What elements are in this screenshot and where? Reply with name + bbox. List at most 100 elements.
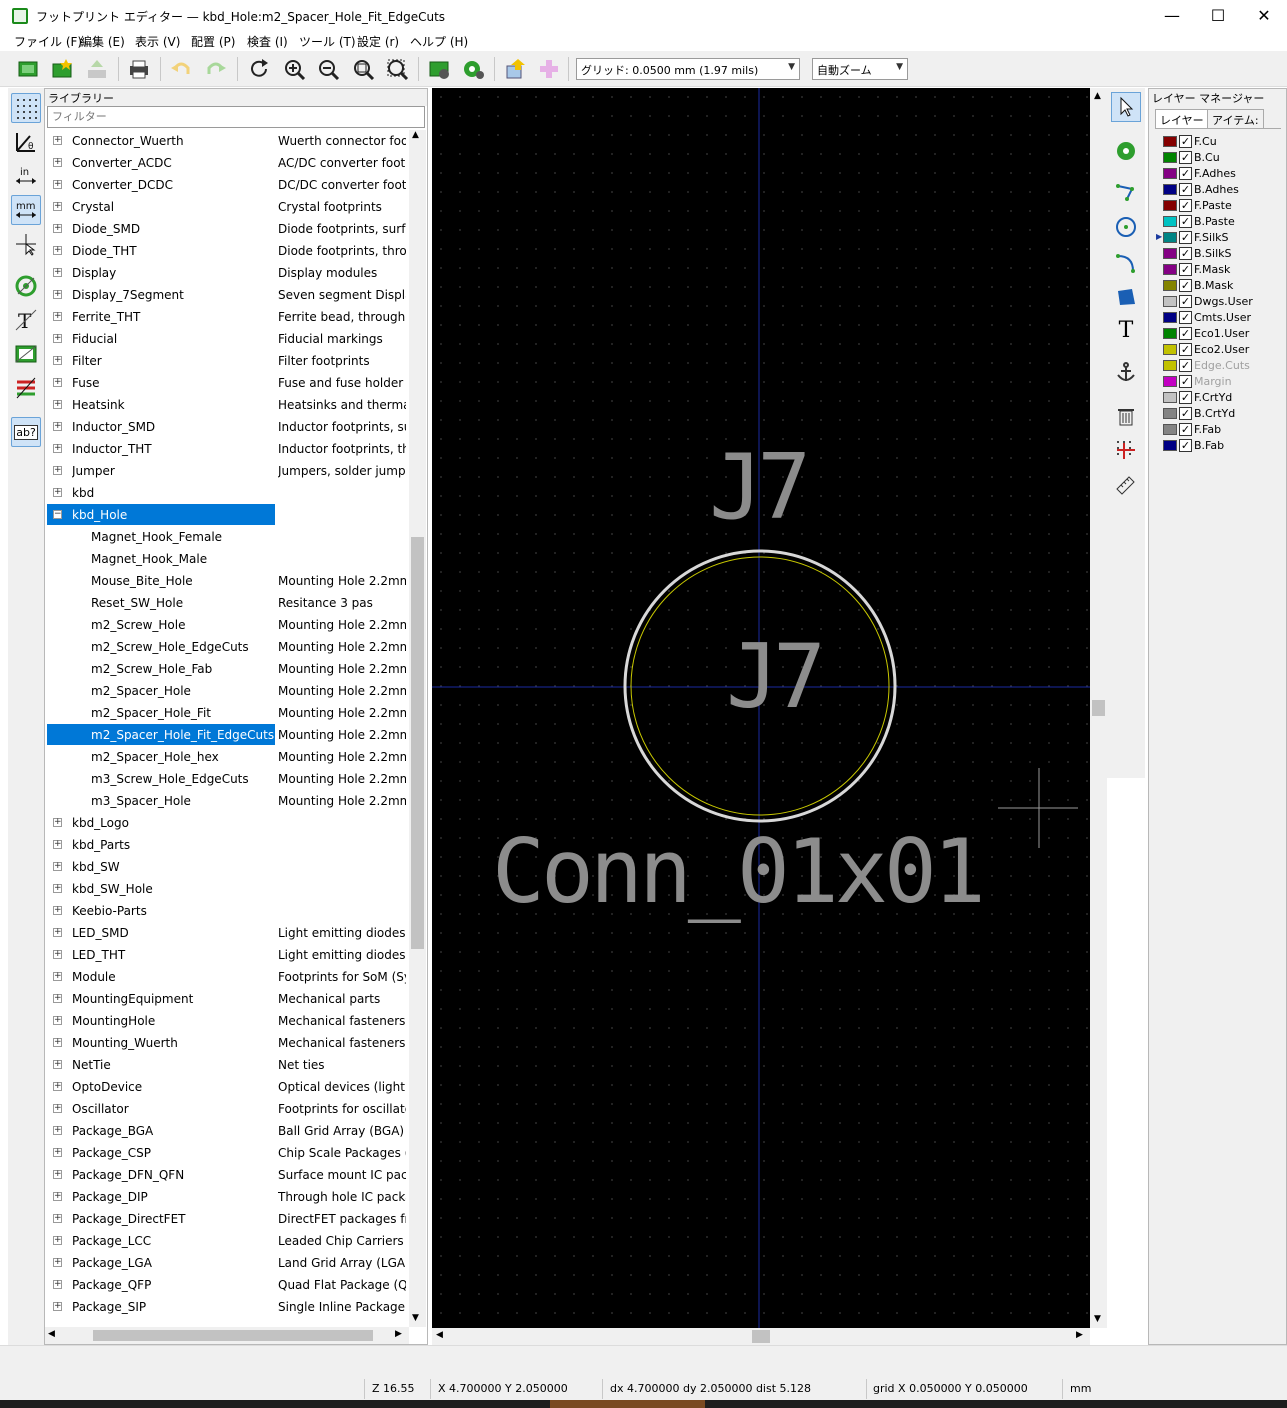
layer-row[interactable]: ✓ Cmts.User	[1162, 310, 1282, 326]
tab-items[interactable]: アイテム:	[1207, 109, 1264, 128]
scroll-down-icon[interactable]: ▼	[412, 1313, 419, 1323]
scroll-right-icon[interactable]: ▶	[1076, 1330, 1083, 1340]
add-pad-icon[interactable]	[1111, 136, 1141, 166]
grid-toggle-icon[interactable]	[11, 93, 41, 123]
layer-visibility-checkbox[interactable]: ✓	[1179, 375, 1192, 388]
expand-icon[interactable]: +	[53, 422, 62, 431]
close-button[interactable]: ✕	[1241, 0, 1287, 31]
layer-color-swatch[interactable]	[1163, 136, 1177, 147]
anchor-icon[interactable]	[1111, 357, 1141, 387]
library-row[interactable]: + Connector_Wuerth Wuerth connector footp	[45, 130, 409, 152]
add-polygon-icon[interactable]	[1111, 282, 1141, 312]
expand-icon[interactable]: +	[53, 1192, 62, 1201]
zoom-select[interactable]: 自動ズーム ▼	[812, 58, 908, 80]
layer-row[interactable]: ✓ F.CrtYd	[1162, 390, 1282, 406]
library-row[interactable]: + Package_SIP Single Inline Package(SIF	[45, 1296, 409, 1318]
layer-row[interactable]: ✓ B.SilkS	[1162, 246, 1282, 262]
library-row[interactable]: + Package_QFP Quad Flat Package (QFP	[45, 1274, 409, 1296]
library-row[interactable]: + NetTie Net ties	[45, 1054, 409, 1076]
library-row[interactable]: + Package_LGA Land Grid Array (LGA)	[45, 1252, 409, 1274]
library-row[interactable]: + Display Display modules	[45, 262, 409, 284]
layer-visibility-checkbox[interactable]: ✓	[1179, 359, 1192, 372]
library-row[interactable]: + kbd_Logo	[45, 812, 409, 834]
layer-visibility-checkbox[interactable]: ✓	[1179, 279, 1192, 292]
expand-icon[interactable]: +	[53, 290, 62, 299]
zoom-in-icon[interactable]	[282, 56, 308, 82]
expand-icon[interactable]: +	[53, 1302, 62, 1311]
library-row[interactable]: + OptoDevice Optical devices (light sen	[45, 1076, 409, 1098]
library-row[interactable]: + Converter_DCDC DC/DC converter footpri	[45, 174, 409, 196]
layer-row[interactable]: ✓ F.SilkS	[1162, 230, 1282, 246]
expand-icon[interactable]: +	[53, 884, 62, 893]
footprint-row[interactable]: m2_Spacer_Hole_Fit_EdgeCuts Mounting Hole…	[45, 724, 409, 746]
scroll-up-icon[interactable]: ▲	[412, 130, 419, 140]
expand-icon[interactable]: +	[53, 1104, 62, 1113]
library-horizontal-scrollbar[interactable]: ◀ ▶	[45, 1327, 409, 1344]
layer-row[interactable]: ✓ B.Paste	[1162, 214, 1282, 230]
layer-visibility-checkbox[interactable]: ✓	[1179, 215, 1192, 228]
library-row[interactable]: + Package_BGA Ball Grid Array (BGA)	[45, 1120, 409, 1142]
update-footprint-icon[interactable]	[503, 56, 529, 82]
canvas-hscroll-thumb[interactable]	[752, 1330, 770, 1343]
library-row[interactable]: + Ferrite_THT Ferrite bead, through ho	[45, 306, 409, 328]
maximize-button[interactable]: ☐	[1195, 0, 1241, 31]
grid-origin-icon[interactable]	[1111, 435, 1141, 465]
library-row[interactable]: + Crystal Crystal footprints	[45, 196, 409, 218]
mm-units-icon[interactable]: mm	[11, 195, 41, 225]
layer-visibility-checkbox[interactable]: ✓	[1179, 183, 1192, 196]
expand-icon[interactable]: +	[53, 928, 62, 937]
expand-icon[interactable]: +	[53, 312, 62, 321]
layer-visibility-checkbox[interactable]: ✓	[1179, 439, 1192, 452]
add-circle-icon[interactable]	[1111, 212, 1141, 242]
add-text-icon[interactable]: T	[1111, 315, 1141, 345]
layer-visibility-checkbox[interactable]: ✓	[1179, 407, 1192, 420]
footprint-row[interactable]: m2_Spacer_Hole_hex Mounting Hole 2.2mm, r	[45, 746, 409, 768]
expand-icon[interactable]: +	[53, 158, 62, 167]
pad-sketch-icon[interactable]	[11, 271, 41, 301]
zoom-fit-icon[interactable]	[351, 56, 377, 82]
select-arrow-icon[interactable]	[1111, 92, 1141, 122]
library-row[interactable]: + Converter_ACDC AC/DC converter footpri	[45, 152, 409, 174]
menu-edit[interactable]: 編集 (E)	[80, 33, 125, 50]
library-scroll-thumb[interactable]	[411, 537, 424, 949]
library-row[interactable]: + Package_LCC Leaded Chip Carriers (LC	[45, 1230, 409, 1252]
menu-view[interactable]: 表示 (V)	[135, 33, 180, 50]
collapse-icon[interactable]: −	[53, 510, 62, 519]
footprint-row[interactable]: Mouse_Bite_Hole Mounting Hole 2.2mm, r	[45, 570, 409, 592]
scroll-down-icon[interactable]: ▼	[1094, 1314, 1101, 1324]
layer-color-swatch[interactable]	[1163, 264, 1177, 275]
library-row[interactable]: + Diode_SMD Diode footprints, surface	[45, 218, 409, 240]
layer-visibility-checkbox[interactable]: ✓	[1179, 151, 1192, 164]
expand-icon[interactable]: +	[53, 246, 62, 255]
expand-icon[interactable]: +	[53, 378, 62, 387]
library-row[interactable]: + Package_DIP Through hole IC package	[45, 1186, 409, 1208]
layer-row[interactable]: ✓ Eco1.User	[1162, 326, 1282, 342]
footprint-row[interactable]: m2_Spacer_Hole Mounting Hole 2.2mm, r	[45, 680, 409, 702]
expand-icon[interactable]: +	[53, 840, 62, 849]
value-text[interactable]: Conn_01x01	[492, 828, 986, 916]
library-row[interactable]: − kbd_Hole	[45, 504, 409, 526]
layer-color-swatch[interactable]	[1163, 424, 1177, 435]
layer-row[interactable]: ✓ B.CrtYd	[1162, 406, 1282, 422]
footprint-canvas[interactable]: J7 J7 Conn_01x01	[432, 88, 1090, 1328]
expand-icon[interactable]: +	[53, 268, 62, 277]
layer-color-swatch[interactable]	[1163, 440, 1177, 451]
grid-select[interactable]: グリッド: 0.0500 mm (1.97 mils) ▼	[576, 58, 800, 80]
layer-visibility-checkbox[interactable]: ✓	[1179, 135, 1192, 148]
polar-coords-icon[interactable]: θ	[11, 127, 41, 157]
expand-icon[interactable]: +	[53, 1038, 62, 1047]
reference-center-text[interactable]: J7	[726, 633, 826, 721]
footprint-row[interactable]: m3_Screw_Hole_EdgeCuts Mounting Hole 2.2m…	[45, 768, 409, 790]
footprint-row[interactable]: m2_Screw_Hole_Fab Mounting Hole 2.2mm, r	[45, 658, 409, 680]
layer-color-swatch[interactable]	[1163, 392, 1177, 403]
library-row[interactable]: + MountingHole Mechanical fasteners	[45, 1010, 409, 1032]
layer-row[interactable]: ✓ F.Mask	[1162, 262, 1282, 278]
expand-icon[interactable]: +	[53, 224, 62, 233]
scroll-up-icon[interactable]: ▲	[1094, 91, 1101, 101]
expand-icon[interactable]: +	[53, 180, 62, 189]
library-row[interactable]: + kbd_SW	[45, 856, 409, 878]
layer-row[interactable]: ✓ Eco2.User	[1162, 342, 1282, 358]
inch-units-icon[interactable]: in	[11, 161, 41, 191]
expand-icon[interactable]: +	[53, 202, 62, 211]
footprint-row[interactable]: m2_Spacer_Hole_Fit Mounting Hole 2.2mm, r	[45, 702, 409, 724]
